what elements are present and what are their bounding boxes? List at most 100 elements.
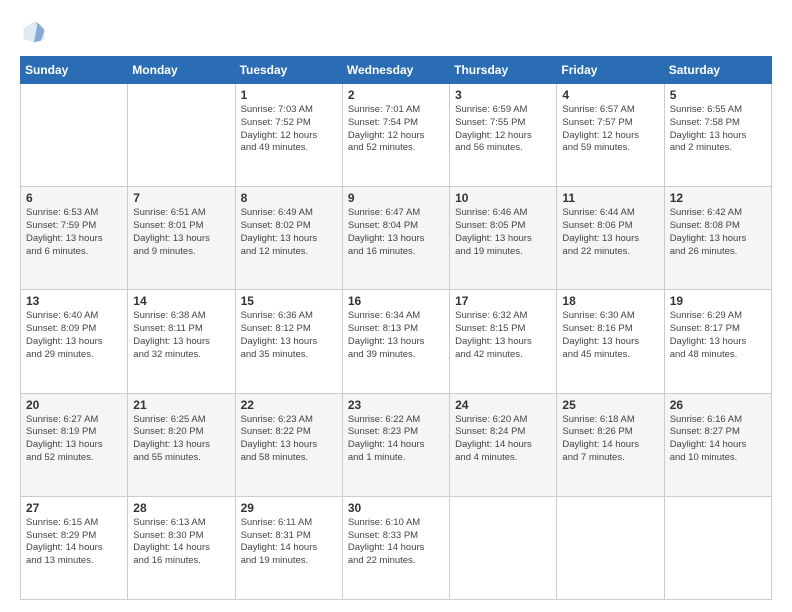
day-info: Sunrise: 6:53 AM Sunset: 7:59 PM Dayligh…: [26, 207, 122, 258]
day-number: 20: [26, 398, 122, 412]
calendar-cell: 23Sunrise: 6:22 AM Sunset: 8:23 PM Dayli…: [342, 393, 449, 496]
day-number: 21: [133, 398, 229, 412]
day-info: Sunrise: 6:25 AM Sunset: 8:20 PM Dayligh…: [133, 414, 229, 465]
day-number: 11: [562, 191, 658, 205]
day-number: 4: [562, 88, 658, 102]
day-number: 10: [455, 191, 551, 205]
day-info: Sunrise: 6:59 AM Sunset: 7:55 PM Dayligh…: [455, 104, 551, 155]
week-row-2: 6 Sunrise: 6:53 AM Sunset: 7:59 PM Daylig…: [21, 187, 772, 290]
day-number: 14: [133, 294, 229, 308]
day-info: Sunrise: 6:42 AM Sunset: 8:08 PM Dayligh…: [670, 207, 766, 258]
day-number: 6: [26, 191, 122, 205]
weekday-header-friday: Friday: [557, 57, 664, 84]
calendar-cell: 8Sunrise: 6:49 AM Sunset: 8:02 PM Daylig…: [235, 187, 342, 290]
calendar-cell: [21, 84, 128, 187]
calendar-cell: 11 Sunrise: 6:44 AM Sunset: 8:06 PM Dayli…: [557, 187, 664, 290]
calendar-cell: 19 Sunrise: 6:29 AM Sunset: 8:17 PM Dayli…: [664, 290, 771, 393]
calendar-cell: 10 Sunrise: 6:46 AM Sunset: 8:05 PM Dayli…: [450, 187, 557, 290]
calendar-cell: 15 Sunrise: 6:36 AM Sunset: 8:12 PM Dayli…: [235, 290, 342, 393]
day-info: Sunrise: 6:55 AM Sunset: 7:58 PM Dayligh…: [670, 104, 766, 155]
calendar-cell: 7Sunrise: 6:51 AM Sunset: 8:01 PM Daylig…: [128, 187, 235, 290]
calendar-cell: 3 Sunrise: 6:59 AM Sunset: 7:55 PM Daylig…: [450, 84, 557, 187]
calendar-cell: 5 Sunrise: 6:55 AM Sunset: 7:58 PM Daylig…: [664, 84, 771, 187]
weekday-header-row: SundayMondayTuesdayWednesdayThursdayFrid…: [21, 57, 772, 84]
day-info: Sunrise: 6:13 AM Sunset: 8:30 PM Dayligh…: [133, 517, 229, 568]
day-info: Sunrise: 6:27 AM Sunset: 8:19 PM Dayligh…: [26, 414, 122, 465]
week-row-5: 27Sunrise: 6:15 AM Sunset: 8:29 PM Dayli…: [21, 496, 772, 599]
day-info: Sunrise: 6:49 AM Sunset: 8:02 PM Dayligh…: [241, 207, 337, 258]
calendar-cell: 26 Sunrise: 6:16 AM Sunset: 8:27 PM Dayli…: [664, 393, 771, 496]
day-info: Sunrise: 6:30 AM Sunset: 8:16 PM Dayligh…: [562, 310, 658, 361]
calendar-cell: 4 Sunrise: 6:57 AM Sunset: 7:57 PM Daylig…: [557, 84, 664, 187]
day-number: 13: [26, 294, 122, 308]
day-info: Sunrise: 6:34 AM Sunset: 8:13 PM Dayligh…: [348, 310, 444, 361]
day-info: Sunrise: 6:46 AM Sunset: 8:05 PM Dayligh…: [455, 207, 551, 258]
calendar-cell: 25 Sunrise: 6:18 AM Sunset: 8:26 PM Dayli…: [557, 393, 664, 496]
day-info: Sunrise: 6:23 AM Sunset: 8:22 PM Dayligh…: [241, 414, 337, 465]
calendar-cell: 30Sunrise: 6:10 AM Sunset: 8:33 PM Dayli…: [342, 496, 449, 599]
calendar-cell: 29 Sunrise: 6:11 AM Sunset: 8:31 PM Dayli…: [235, 496, 342, 599]
day-info: Sunrise: 6:57 AM Sunset: 7:57 PM Dayligh…: [562, 104, 658, 155]
calendar-cell: 22 Sunrise: 6:23 AM Sunset: 8:22 PM Dayli…: [235, 393, 342, 496]
day-number: 17: [455, 294, 551, 308]
day-number: 3: [455, 88, 551, 102]
calendar-cell: 16 Sunrise: 6:34 AM Sunset: 8:13 PM Dayli…: [342, 290, 449, 393]
logo: [20, 18, 52, 46]
page: SundayMondayTuesdayWednesdayThursdayFrid…: [0, 0, 792, 612]
calendar-cell: 27Sunrise: 6:15 AM Sunset: 8:29 PM Dayli…: [21, 496, 128, 599]
weekday-header-thursday: Thursday: [450, 57, 557, 84]
calendar-cell: 1 Sunrise: 7:03 AM Sunset: 7:52 PM Daylig…: [235, 84, 342, 187]
calendar-cell: 18 Sunrise: 6:30 AM Sunset: 8:16 PM Dayli…: [557, 290, 664, 393]
calendar-cell: 13 Sunrise: 6:40 AM Sunset: 8:09 PM Dayli…: [21, 290, 128, 393]
day-number: 15: [241, 294, 337, 308]
day-info: Sunrise: 6:18 AM Sunset: 8:26 PM Dayligh…: [562, 414, 658, 465]
calendar-cell: 20 Sunrise: 6:27 AM Sunset: 8:19 PM Dayli…: [21, 393, 128, 496]
calendar-cell: [128, 84, 235, 187]
day-number: 7: [133, 191, 229, 205]
calendar-cell: 28 Sunrise: 6:13 AM Sunset: 8:30 PM Dayli…: [128, 496, 235, 599]
day-number: 27: [26, 501, 122, 515]
day-info: Sunrise: 6:38 AM Sunset: 8:11 PM Dayligh…: [133, 310, 229, 361]
day-number: 30: [348, 501, 444, 515]
day-number: 2: [348, 88, 444, 102]
weekday-header-wednesday: Wednesday: [342, 57, 449, 84]
calendar-cell: 14 Sunrise: 6:38 AM Sunset: 8:11 PM Dayli…: [128, 290, 235, 393]
calendar-cell: [557, 496, 664, 599]
day-info: Sunrise: 6:44 AM Sunset: 8:06 PM Dayligh…: [562, 207, 658, 258]
day-number: 16: [348, 294, 444, 308]
calendar-cell: 12 Sunrise: 6:42 AM Sunset: 8:08 PM Dayli…: [664, 187, 771, 290]
day-number: 18: [562, 294, 658, 308]
day-number: 24: [455, 398, 551, 412]
day-number: 12: [670, 191, 766, 205]
weekday-header-monday: Monday: [128, 57, 235, 84]
calendar-cell: 24 Sunrise: 6:20 AM Sunset: 8:24 PM Dayli…: [450, 393, 557, 496]
week-row-4: 20 Sunrise: 6:27 AM Sunset: 8:19 PM Dayli…: [21, 393, 772, 496]
calendar-table: SundayMondayTuesdayWednesdayThursdayFrid…: [20, 56, 772, 600]
day-info: Sunrise: 6:20 AM Sunset: 8:24 PM Dayligh…: [455, 414, 551, 465]
day-info: Sunrise: 6:40 AM Sunset: 8:09 PM Dayligh…: [26, 310, 122, 361]
day-number: 29: [241, 501, 337, 515]
calendar-cell: [450, 496, 557, 599]
day-info: Sunrise: 6:32 AM Sunset: 8:15 PM Dayligh…: [455, 310, 551, 361]
day-info: Sunrise: 6:16 AM Sunset: 8:27 PM Dayligh…: [670, 414, 766, 465]
day-number: 28: [133, 501, 229, 515]
calendar-cell: 9Sunrise: 6:47 AM Sunset: 8:04 PM Daylig…: [342, 187, 449, 290]
day-number: 19: [670, 294, 766, 308]
calendar-cell: [664, 496, 771, 599]
day-number: 26: [670, 398, 766, 412]
day-number: 9: [348, 191, 444, 205]
weekday-header-tuesday: Tuesday: [235, 57, 342, 84]
day-number: 25: [562, 398, 658, 412]
day-number: 1: [241, 88, 337, 102]
day-number: 5: [670, 88, 766, 102]
calendar-cell: 2Sunrise: 7:01 AM Sunset: 7:54 PM Daylig…: [342, 84, 449, 187]
logo-icon: [20, 18, 48, 46]
weekday-header-sunday: Sunday: [21, 57, 128, 84]
day-info: Sunrise: 6:36 AM Sunset: 8:12 PM Dayligh…: [241, 310, 337, 361]
day-number: 22: [241, 398, 337, 412]
day-info: Sunrise: 7:03 AM Sunset: 7:52 PM Dayligh…: [241, 104, 337, 155]
day-number: 23: [348, 398, 444, 412]
day-info: Sunrise: 6:29 AM Sunset: 8:17 PM Dayligh…: [670, 310, 766, 361]
calendar-cell: 6 Sunrise: 6:53 AM Sunset: 7:59 PM Daylig…: [21, 187, 128, 290]
day-info: Sunrise: 6:11 AM Sunset: 8:31 PM Dayligh…: [241, 517, 337, 568]
